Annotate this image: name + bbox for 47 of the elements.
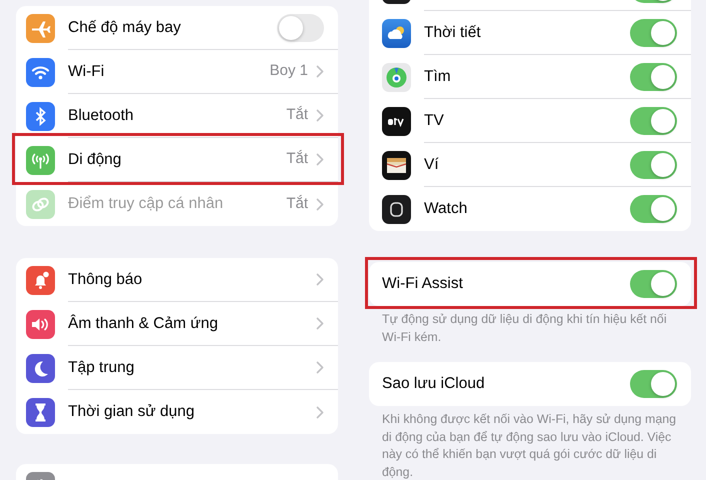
setting-label: Wi-Fi Assist [382, 274, 464, 294]
chevron-icon [316, 65, 324, 78]
chevron-icon [316, 109, 324, 122]
chevron-icon [316, 361, 324, 374]
toggle-switch[interactable] [630, 62, 677, 90]
toggle-switch[interactable] [630, 18, 677, 46]
setting-label: Điểm truy cập cá nhân [68, 194, 224, 214]
chevron-icon [316, 153, 324, 166]
setting-label: Ví [424, 154, 440, 175]
wallet-icon [382, 150, 411, 180]
setting-label: Watch [424, 199, 468, 220]
chevron-icon [316, 198, 324, 210]
setting-value: Boy 1 [270, 61, 308, 82]
setting-value: Tắt [286, 194, 308, 214]
setting-label: Sao lưu iCloud [382, 374, 486, 394]
tv-icon [382, 106, 411, 136]
bell-icon [26, 266, 55, 294]
toggle-switch[interactable] [630, 195, 677, 223]
moon-icon [26, 354, 55, 382]
setting-label: Tìm [424, 66, 452, 87]
setting-label: Di động [68, 150, 122, 170]
toggle-switch[interactable] [630, 106, 677, 134]
setting-value: Tắt [286, 149, 308, 170]
setting-label: Thông báo [68, 270, 144, 290]
cloud-sun-icon [382, 18, 411, 48]
setting-label: Âm thanh & Cảm ứng [68, 314, 219, 334]
setting-label: Thời tiết [424, 22, 482, 43]
setting-label: Tập trung [68, 358, 136, 378]
setting-label: Thời gian sử dụng [68, 402, 196, 422]
setting-label: TV [424, 110, 445, 131]
setting-label: Bluetooth [68, 106, 134, 126]
chevron-icon [316, 273, 324, 286]
hourglass-icon [26, 398, 55, 426]
chevron-icon [316, 406, 324, 418]
speaker-icon [26, 310, 55, 338]
toggle-switch[interactable] [630, 370, 677, 398]
toggle-switch[interactable] [630, 270, 677, 298]
watch-icon [382, 194, 411, 224]
setting-label: Chế độ máy bay [68, 18, 182, 38]
footer-note: Khi không được kết nối vào Wi-Fi, hãy sử dụng mạng di động của bạn để tự động sao lưu vào iCloud. Việc này có thể khiến bạn vượt quá gói cước dữ liệu di động. [381, 411, 678, 480]
setting-value: Tắt [286, 105, 308, 126]
toggle-switch[interactable] [277, 14, 324, 42]
chevron-icon [316, 317, 324, 330]
toggle-switch[interactable] [630, 150, 677, 178]
locator-icon [382, 62, 411, 92]
footer-note: Tự động sử dụng dữ liệu di động khi tín hiệu kết nối Wi-Fi kém. [381, 311, 668, 346]
setting-label: Wi-Fi [68, 62, 106, 82]
